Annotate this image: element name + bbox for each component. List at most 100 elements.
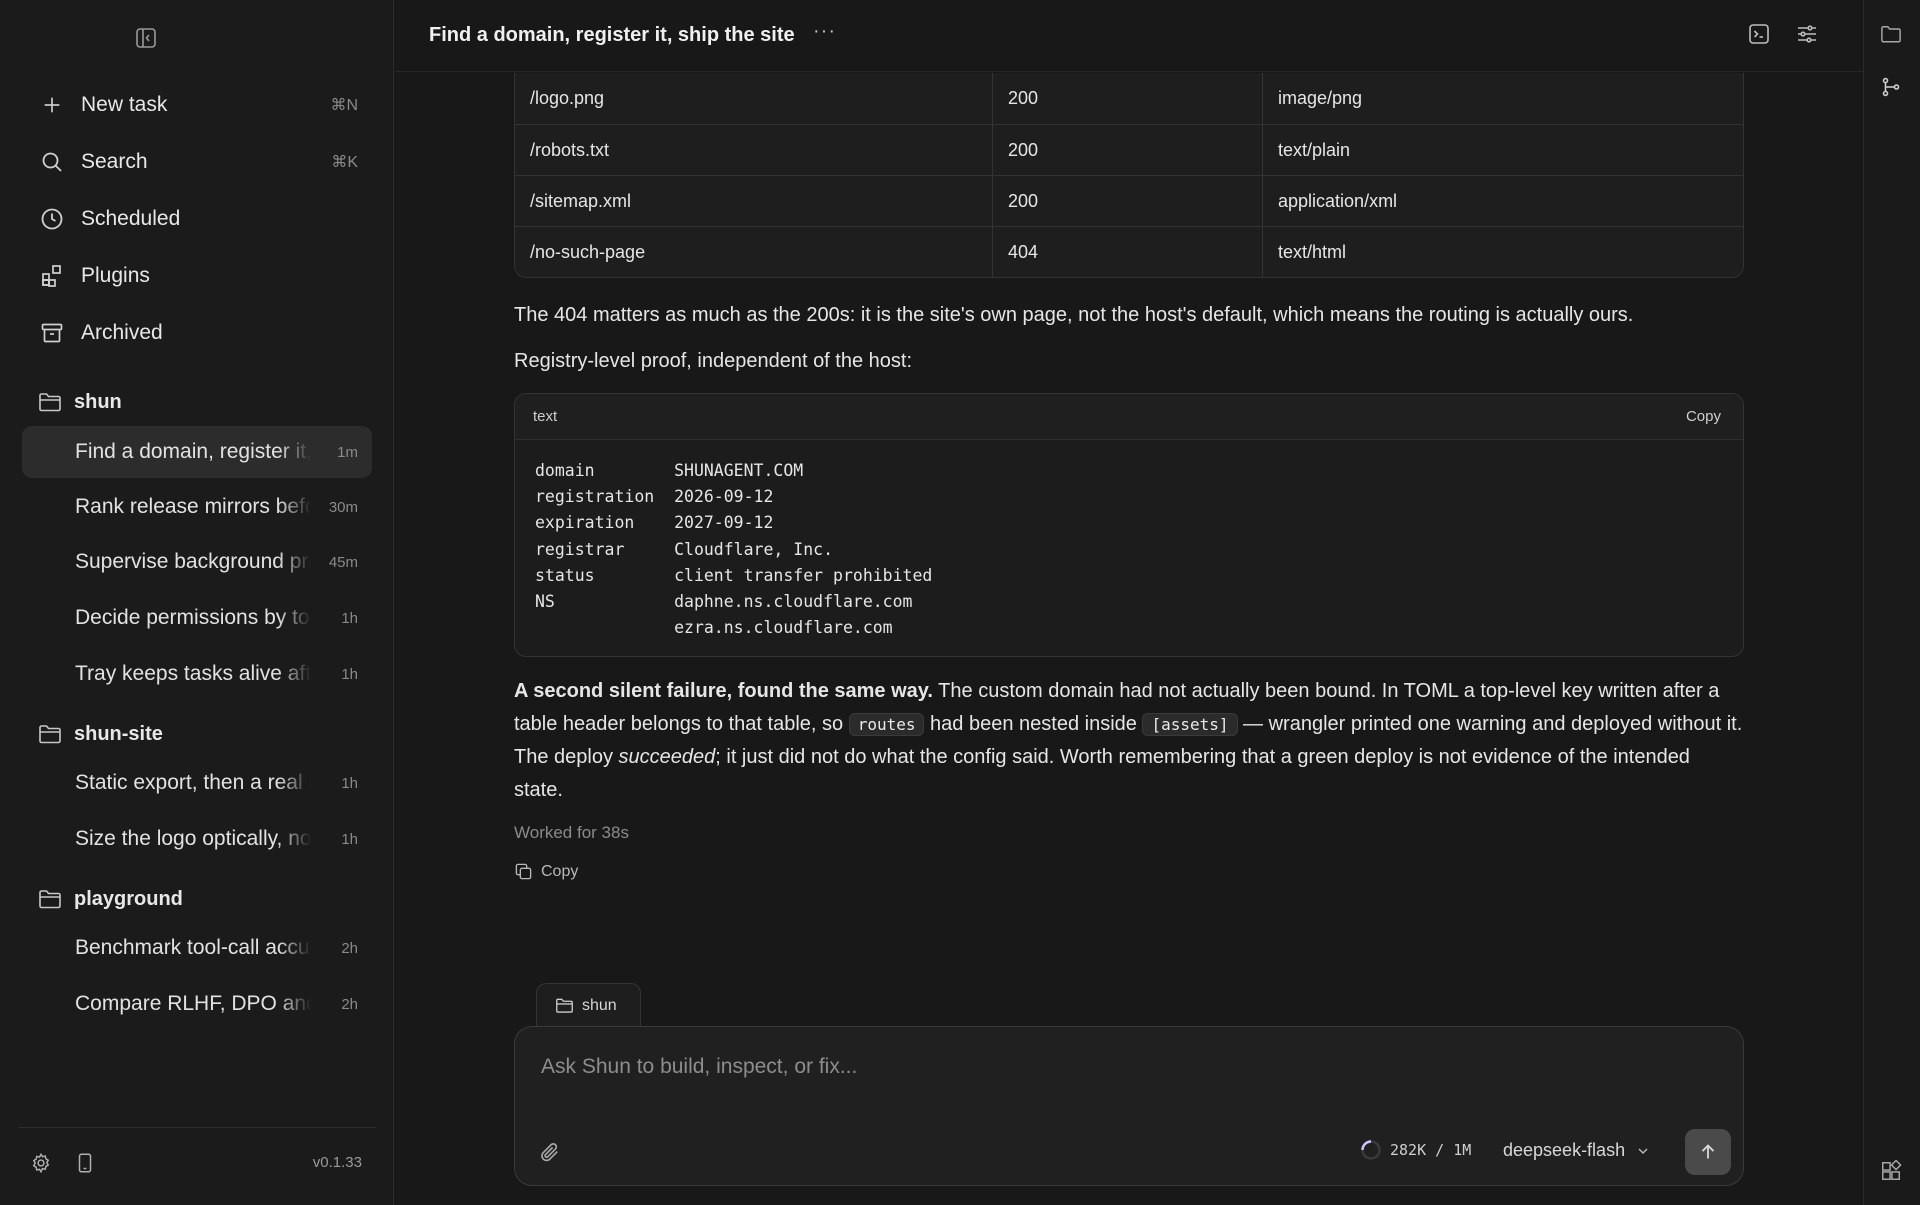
code-content: domain SHUNAGENT.COM registration 2026-0…	[535, 461, 933, 638]
arrow-up-icon	[1697, 1141, 1719, 1163]
group-name: shun-site	[74, 722, 163, 745]
sidebar: New task ⌘N Search ⌘K Scheduled Plugins …	[0, 0, 394, 1205]
chevron-down-icon	[1635, 1143, 1651, 1159]
model-selector[interactable]: deepseek-flash	[1503, 1140, 1651, 1161]
terminal-icon[interactable]	[1747, 22, 1773, 48]
task-title: Decide permissions by tool	[75, 606, 311, 629]
bold-lead: A second silent failure, found the same …	[514, 680, 933, 702]
table-cell: 200	[993, 175, 1263, 226]
copy-message-button[interactable]: Copy	[514, 862, 578, 881]
code-language: text	[533, 408, 558, 425]
task-item[interactable]: Supervise background processes 45m	[22, 536, 372, 588]
context-folder-tab[interactable]: shun	[536, 983, 641, 1027]
group-name: shun	[74, 390, 122, 413]
task-age: 45m	[328, 553, 358, 571]
right-rail	[1863, 0, 1920, 1205]
device-icon[interactable]	[74, 1152, 96, 1179]
table-cell: /logo.png	[515, 73, 993, 124]
task-title: Rank release mirrors before download	[75, 495, 311, 518]
table-cell: 200	[993, 73, 1263, 124]
worked-duration: Worked for 38s	[514, 823, 629, 842]
nav-label: Plugins	[81, 264, 150, 287]
settings-sliders-icon[interactable]	[1795, 22, 1821, 48]
task-title: Static export, then a real host	[75, 771, 311, 794]
nav-label: Archived	[81, 321, 163, 344]
message-paragraph: A second silent failure, found the same …	[514, 675, 1744, 807]
app-version: v0.1.33	[312, 1154, 362, 1171]
page-title: Find a domain, register it, ship the sit…	[429, 24, 795, 46]
nav-label: New task	[81, 93, 168, 116]
nav-label: Scheduled	[81, 207, 181, 230]
task-item[interactable]: Compare RLHF, DPO and others 2h	[22, 978, 372, 1030]
scheduled-button[interactable]: Scheduled	[24, 195, 372, 243]
task-item[interactable]: Rank release mirrors before download 30m	[22, 481, 372, 533]
plugins-button[interactable]: Plugins	[24, 252, 372, 300]
table-cell: /robots.txt	[515, 124, 993, 175]
code-block: text Copy domain SHUNAGENT.COM registrat…	[514, 393, 1744, 657]
task-item[interactable]: Static export, then a real host 1h	[22, 757, 372, 809]
emphasis: succeeded	[618, 746, 716, 768]
context-usage: 282K / 1M	[1360, 1139, 1471, 1161]
table-cell: image/png	[1263, 73, 1743, 124]
model-name: deepseek-flash	[1503, 1140, 1626, 1160]
archived-button[interactable]: Archived	[24, 309, 372, 357]
task-title: Size the logo optically, not by pixels	[75, 827, 311, 850]
widgets-icon[interactable]	[1880, 1159, 1904, 1184]
sidebar-toggle-icon[interactable]	[134, 26, 158, 50]
table-cell: /no-such-page	[515, 226, 993, 277]
table-cell: /sitemap.xml	[515, 175, 993, 226]
more-options-icon[interactable]: ···	[813, 20, 836, 43]
context-folder-name: shun	[582, 996, 617, 1014]
prompt-input[interactable]: Ask Shun to build, inspect, or fix...	[541, 1055, 857, 1079]
task-item[interactable]: Find a domain, register it, ship the sit…	[22, 426, 372, 478]
folder-icon[interactable]	[1880, 24, 1904, 48]
plugins-icon	[26, 264, 78, 288]
task-age: 1h	[341, 665, 358, 683]
inline-code: routes	[848, 713, 925, 736]
progress-ring-icon	[1360, 1139, 1382, 1161]
project-group-shun[interactable]: shun	[24, 382, 372, 422]
paperclip-icon[interactable]	[539, 1141, 561, 1168]
new-task-button[interactable]: New task ⌘N	[24, 81, 372, 129]
message-paragraph: Registry-level proof, independent of the…	[514, 350, 913, 372]
text-run: had been nested inside	[924, 713, 1143, 735]
task-age: 1h	[341, 609, 358, 627]
task-title: Benchmark tool-call accuracy	[75, 936, 311, 959]
routes-table: /logo.png 200 image/png /robots.txt 200 …	[514, 73, 1744, 278]
archive-icon	[26, 321, 78, 345]
search-button[interactable]: Search ⌘K	[24, 138, 372, 186]
task-item[interactable]: Benchmark tool-call accuracy 2h	[22, 922, 372, 974]
copy-icon	[514, 862, 533, 881]
task-age: 30m	[328, 498, 358, 516]
task-title: Compare RLHF, DPO and others	[75, 992, 311, 1015]
message-paragraph: The 404 matters as much as the 200s: it …	[514, 304, 1634, 326]
project-group-shun-site[interactable]: shun-site	[24, 714, 372, 754]
folder-icon	[555, 997, 574, 1014]
inline-code: [assets]	[1142, 713, 1238, 736]
send-button[interactable]	[1685, 1129, 1731, 1175]
table-cell: application/xml	[1263, 175, 1743, 226]
gear-icon[interactable]	[30, 1152, 52, 1179]
shortcut-hint: ⌘K	[331, 154, 358, 171]
table-row: /no-such-page 404 text/html	[515, 226, 1743, 277]
git-branch-icon[interactable]	[1880, 76, 1904, 100]
task-item[interactable]: Size the logo optically, not by pixels 1…	[22, 813, 372, 865]
code-block-header: text Copy	[515, 394, 1743, 440]
task-age: 2h	[341, 939, 358, 957]
copy-code-button[interactable]: Copy	[1686, 408, 1721, 425]
task-item[interactable]: Tray keeps tasks alive after close 1h	[22, 648, 372, 700]
table-row: /robots.txt 200 text/plain	[515, 124, 1743, 175]
table-row: /logo.png 200 image/png	[515, 73, 1743, 124]
task-item[interactable]: Decide permissions by tool 1h	[22, 592, 372, 644]
table-cell: text/html	[1263, 226, 1743, 277]
project-group-playground[interactable]: playground	[24, 879, 372, 919]
table-row: /sitemap.xml 200 application/xml	[515, 175, 1743, 226]
nav-label: Search	[81, 150, 148, 173]
composer: Ask Shun to build, inspect, or fix... 28…	[514, 1026, 1744, 1186]
task-title: Find a domain, register it, ship the sit…	[75, 440, 311, 463]
copy-label: Copy	[541, 862, 579, 880]
folder-icon	[24, 888, 76, 910]
group-name: playground	[74, 887, 183, 910]
clock-icon	[26, 207, 78, 231]
task-title: Supervise background processes	[75, 550, 311, 573]
